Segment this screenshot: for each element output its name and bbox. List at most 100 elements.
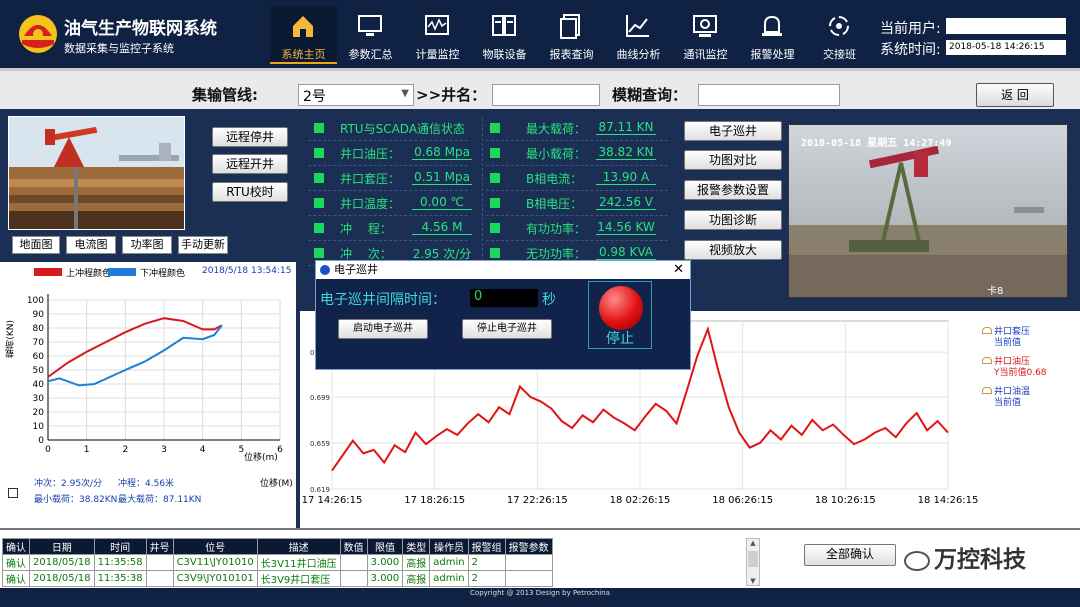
header: 油气生产物联网系统 数据采集与监控子系统 系统主页 参数汇总 计量监控 物联设备 报表查…	[0, 0, 1080, 68]
status-indicator	[490, 173, 500, 183]
rtu-time-sync-button[interactable]: RTU校时	[212, 182, 288, 202]
well-name-input[interactable]	[492, 84, 600, 106]
table-row[interactable]: 确认 2018/05/18 11:35:38 C3V9\JY010101 长3V9井口套…	[2, 570, 553, 587]
column-header[interactable]: 确认	[2, 538, 30, 555]
table-cell: 3.000	[366, 554, 404, 571]
remote-stop-button[interactable]: 远程停井	[212, 127, 288, 147]
x-tick-label: 1	[84, 445, 90, 455]
confirm-all-button[interactable]: 全部确认	[804, 544, 896, 566]
manual-update-button[interactable]: 手动更新	[178, 236, 228, 254]
column-header[interactable]: 数值	[339, 538, 368, 555]
device-icon	[492, 15, 516, 36]
nav-item-1[interactable]: 参数汇总	[337, 6, 404, 64]
remote-start-button[interactable]: 远程开井	[212, 154, 288, 174]
e-patrol-button[interactable]: 电子巡井	[684, 121, 782, 141]
nav-item-7[interactable]: 报警处理	[739, 6, 806, 64]
power-map-button[interactable]: 功率图	[122, 236, 172, 254]
stop-patrol-button[interactable]: 停止电子巡井	[462, 319, 552, 339]
nav-label: 参数汇总	[348, 48, 393, 61]
camera-timestamp: 2018-05-18 星期五 14:27:49	[801, 138, 952, 149]
comm-icon	[693, 15, 717, 37]
nav-label: 物联设备	[482, 48, 527, 61]
dyno-diagnosis-button[interactable]: 功图诊断	[684, 210, 782, 230]
dyno-compare-button[interactable]: 功图对比	[684, 150, 782, 170]
table-cell: 高报	[402, 570, 431, 587]
nav-item-3[interactable]: 物联设备	[471, 6, 538, 64]
legend-name: 井口油压	[994, 357, 1031, 367]
nav-item-0[interactable]: 系统主页	[270, 6, 337, 64]
divider	[486, 215, 668, 216]
nav-item-2[interactable]: 计量监控	[404, 6, 471, 64]
camera-channel-label: 卡8	[987, 286, 1004, 297]
x-tick-label: 2	[122, 445, 128, 455]
metric-value: 87.11 KN	[596, 120, 656, 135]
scroll-thumb[interactable]	[748, 551, 758, 567]
dialog-title: 电子巡井	[334, 263, 378, 276]
column-header[interactable]: 报警组	[467, 538, 506, 555]
metric-value: 242.56 V	[596, 195, 656, 210]
table-cell: 2	[467, 554, 506, 571]
status-indicator	[314, 173, 324, 183]
x-tick-label: 18 02:26:15	[610, 495, 671, 506]
dyno-x-axis-label: 位移(m)	[244, 453, 278, 463]
x-tick-label: 17 14:26:15	[302, 495, 363, 506]
x-tick-label: 3	[161, 445, 167, 455]
pipeline-select-value: 2号	[303, 89, 326, 105]
pipeline-select[interactable]: 2号 ▼	[298, 84, 414, 106]
filter-bar: 集输管线: 2号 ▼ >>井名： 模糊查询： 返 回	[0, 68, 1080, 109]
column-header[interactable]: 限值	[366, 538, 404, 555]
y-tick-label: 60	[33, 352, 45, 362]
column-header[interactable]: 报警参数	[504, 538, 553, 555]
start-patrol-button[interactable]: 启动电子巡井	[338, 319, 428, 339]
column-header[interactable]: 描述	[256, 538, 341, 555]
scroll-up-icon[interactable]: ▲	[747, 539, 759, 547]
table-row[interactable]: 确认 2018/05/18 11:35:58 C3V11\JY01010 长3V11井口…	[2, 554, 553, 571]
column-header[interactable]: 位号	[172, 538, 258, 555]
video-zoom-button[interactable]: 视频放大	[684, 240, 782, 260]
table-cell: 高报	[402, 554, 431, 571]
alarm-scrollbar[interactable]: ▲ ▼	[746, 538, 760, 586]
patrol-status-text: 停止	[606, 331, 634, 347]
legend-sub: Y当前值0.68	[994, 368, 1047, 378]
nav-item-5[interactable]: 曲线分析	[605, 6, 672, 64]
column-header[interactable]: 操作员	[429, 538, 469, 555]
nav-item-8[interactable]: 交接班	[806, 6, 873, 64]
table-cell[interactable]: 确认	[2, 554, 30, 571]
table-cell: C3V9\JY010101	[172, 570, 258, 587]
table-cell: 3.000	[366, 570, 404, 587]
trend-legend-item[interactable]: 井口套压 当前值	[982, 327, 1078, 349]
metric-unit: KVA	[629, 245, 654, 259]
options-checkbox[interactable]	[8, 488, 18, 498]
table-cell: 11:35:38	[93, 570, 147, 587]
pipeline-label: 集输管线:	[192, 86, 258, 104]
column-header[interactable]: 类型	[402, 538, 431, 555]
current-user-label: 当前用户:	[880, 21, 941, 37]
alarm-param-settings-button[interactable]: 报警参数设置	[684, 180, 782, 200]
column-header[interactable]: 日期	[29, 538, 95, 555]
fuzzy-search-input[interactable]	[698, 84, 840, 106]
trend-legend-item[interactable]: 井口油压 Y当前值0.68	[982, 357, 1078, 379]
y-tick-label: 0	[38, 436, 44, 446]
scroll-down-icon[interactable]: ▼	[747, 577, 759, 585]
status-indicator	[490, 198, 500, 208]
waveform-icon	[425, 15, 449, 35]
metric-number: 242.56	[598, 195, 641, 209]
status-indicator	[314, 148, 324, 158]
current-map-button[interactable]: 电流图	[66, 236, 116, 254]
close-icon[interactable]: ✕	[673, 261, 684, 279]
nav-item-4[interactable]: 报表查询	[538, 6, 605, 64]
ground-map-button[interactable]: 地面图	[12, 236, 60, 254]
nav-item-6[interactable]: 通讯监控	[672, 6, 739, 64]
column-header[interactable]: 时间	[93, 538, 147, 555]
nav-label: 报表查询	[549, 48, 594, 61]
column-header[interactable]: 井号	[145, 538, 174, 555]
interval-input[interactable]: 0	[470, 289, 538, 307]
metric-unit: M	[452, 220, 463, 234]
table-cell	[339, 554, 368, 571]
table-cell[interactable]: 确认	[2, 570, 30, 587]
trend-legend-item[interactable]: 井口油温 当前值	[982, 387, 1078, 409]
lamp-icon	[982, 387, 992, 394]
lamp-icon	[982, 357, 992, 364]
back-button[interactable]: 返 回	[976, 83, 1054, 107]
main-nav: 系统主页 参数汇总 计量监控 物联设备 报表查询 曲线分析 通讯监控 报警处理 交接班	[270, 6, 873, 64]
